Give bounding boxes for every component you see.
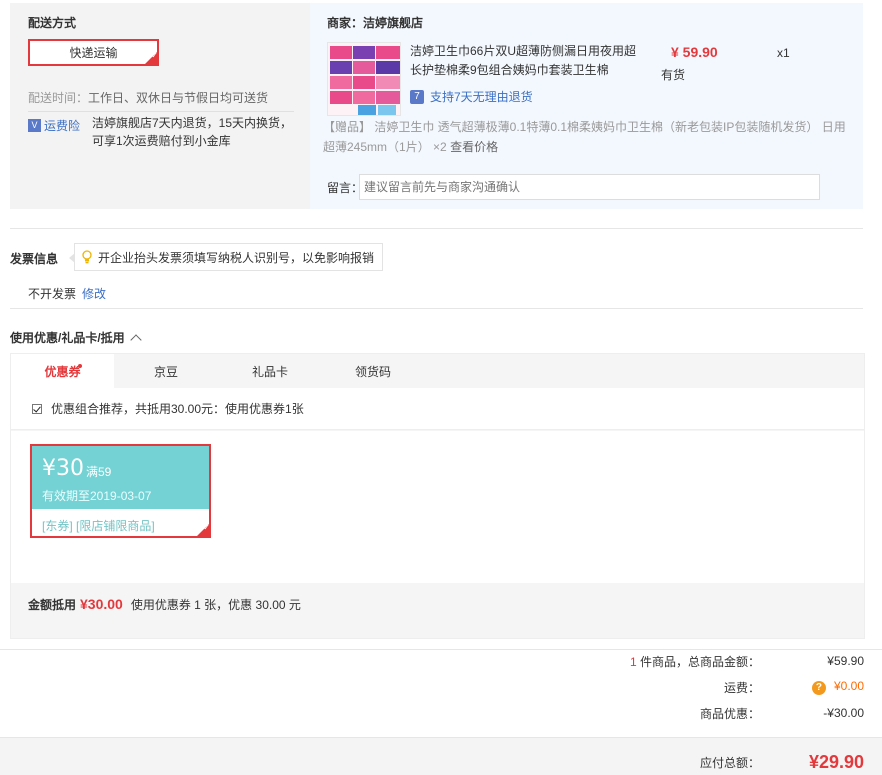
- selected-check-icon: [197, 524, 209, 536]
- goods-total-row: 1 件商品，总商品金额： ¥59.90: [564, 651, 864, 671]
- product-price: ¥ 59.90: [671, 44, 718, 60]
- goods-total-text: 件商品，总商品金额：: [636, 654, 760, 669]
- combo-recommend-row: 优惠组合推荐，共抵用30.00元：使用优惠券1张: [11, 388, 864, 430]
- seven-day-return[interactable]: 7 支持7天无理由退货: [410, 88, 533, 105]
- invoice-tip-text: 开企业抬头发票须填写纳税人识别号，以免影响报销: [98, 250, 375, 265]
- gift-info: 【赠品】 洁婷卫生巾 透气超薄极薄0.1特薄0.1棉柔姨妈巾卫生棉（新老包装IP…: [323, 117, 853, 157]
- item-count: 1: [629, 654, 637, 669]
- message-label: 留言：: [327, 181, 364, 195]
- freight-value-wrap: ? ¥0.00: [760, 679, 864, 695]
- delivery-time-label: 配送时间：: [28, 91, 89, 105]
- invoice-status-text: 不开发票: [28, 287, 77, 301]
- tab-jingdou[interactable]: 京豆: [114, 354, 218, 388]
- chevron-up-icon: [130, 333, 142, 346]
- product-discount-value: -¥30.00: [823, 706, 864, 720]
- lightbulb-icon: [82, 250, 92, 264]
- v-badge-icon: V: [28, 118, 41, 132]
- freight-insurance-label: 运费险: [44, 118, 81, 133]
- discount-summary-amount: ¥30.00: [80, 596, 123, 612]
- coupon-amount: ¥30: [42, 456, 84, 481]
- seven-day-return-label: 支持7天无理由退货: [430, 90, 533, 104]
- divider: [10, 308, 863, 309]
- discount-summary-text: 使用优惠券 1 张，优惠 30.00 元: [130, 598, 301, 612]
- product-stock: 有货: [661, 68, 686, 82]
- product-title[interactable]: 洁婷卫生巾66片双U超薄防侧漏日用夜用超长护垫棉柔9包组合姨妈巾套装卫生棉: [410, 42, 638, 80]
- freight-insurance-badge[interactable]: V 运费险: [28, 117, 80, 133]
- payable-row: 应付总额： ¥29.90: [564, 752, 864, 772]
- product-image[interactable]: [327, 42, 401, 116]
- payable-value: ¥29.90: [808, 751, 864, 772]
- invoice-tip: 开企业抬头发票须填写纳税人识别号，以免影响报销: [68, 243, 384, 271]
- coupon-card[interactable]: ¥30 满59 有效期至2019-03-07 [东券] [限店铺限商品]: [30, 444, 211, 538]
- selected-check-icon: [145, 52, 158, 64]
- combo-checkbox[interactable]: [32, 403, 42, 414]
- goods-total-value: ¥59.90: [827, 654, 864, 668]
- tab-gift-card-label: 礼品卡: [251, 364, 288, 379]
- payable-label: 应付总额：: [699, 755, 760, 770]
- invoice-title: 发票信息: [10, 252, 59, 266]
- tab-gift-card[interactable]: 礼品卡: [218, 354, 322, 388]
- return-7-icon: 7: [410, 89, 424, 104]
- shipping-title: 配送方式: [28, 16, 77, 30]
- invoice-edit-link[interactable]: 修改: [82, 287, 106, 301]
- shop-name: 商家：洁婷旗舰店: [327, 16, 424, 30]
- invoice-status: 不开发票 修改: [28, 285, 106, 302]
- tab-coupons-label: 优惠券: [44, 364, 81, 379]
- divider: [0, 649, 882, 650]
- divider: [28, 111, 294, 112]
- freight-row: 运费： ? ¥0.00: [564, 677, 864, 697]
- discount-section-title: 使用优惠/礼品卡/抵用: [10, 331, 125, 345]
- tab-redeem-code[interactable]: 领货码: [322, 354, 424, 388]
- red-dot-icon: [78, 364, 82, 368]
- coupon-condition: 满59: [86, 465, 112, 479]
- discount-summary-label: 金额抵用: [28, 598, 77, 612]
- product-thumbnail-icon: [328, 43, 400, 115]
- tab-coupons[interactable]: 优惠券: [11, 354, 114, 388]
- freight-label: 运费：: [723, 680, 760, 695]
- divider: [10, 228, 863, 229]
- delivery-time-value: 工作日、双休日与节假日均可送货: [88, 91, 269, 105]
- product-discount-label: 商品优惠：: [699, 706, 760, 721]
- tab-redeem-code-label: 领货码: [354, 364, 391, 379]
- tab-jingdou-label: 京豆: [153, 364, 178, 379]
- product-quantity: x1: [777, 46, 790, 60]
- goods-total-label: 1 件商品，总商品金额：: [600, 653, 760, 670]
- express-delivery-label: 快递运输: [69, 46, 118, 60]
- discount-row: 商品优惠： -¥30.00: [564, 703, 864, 723]
- help-icon[interactable]: ?: [811, 681, 826, 695]
- coupon-card-header: ¥30 满59 有效期至2019-03-07: [32, 446, 209, 509]
- express-delivery-button[interactable]: 快递运输: [28, 39, 159, 66]
- combo-recommend-text: 优惠组合推荐，共抵用30.00元：使用优惠券1张: [51, 402, 304, 416]
- message-input[interactable]: [359, 174, 820, 200]
- gift-text: 【赠品】 洁婷卫生巾 透气超薄极薄0.1特薄0.1棉柔姨妈巾卫生棉（新老包装IP…: [323, 120, 846, 154]
- discount-summary: 金额抵用 ¥30.00 使用优惠券 1 张，优惠 30.00 元: [28, 596, 301, 613]
- discount-section-toggle[interactable]: 使用优惠/礼品卡/抵用: [10, 329, 142, 346]
- freight-insurance-text: 洁婷旗舰店7天内退货，15天内换货，可享1次运费赔付到小金库: [92, 116, 293, 148]
- shipping-panel: [10, 3, 310, 209]
- view-price-link[interactable]: 查看价格: [450, 140, 498, 154]
- delivery-time: 配送时间：工作日、双休日与节假日均可送货: [28, 89, 268, 106]
- coupon-tags: [东券] [限店铺限商品]: [42, 519, 155, 533]
- coupon-expiry: 有效期至2019-03-07: [42, 489, 152, 503]
- freight-value: ¥0.00: [833, 679, 864, 693]
